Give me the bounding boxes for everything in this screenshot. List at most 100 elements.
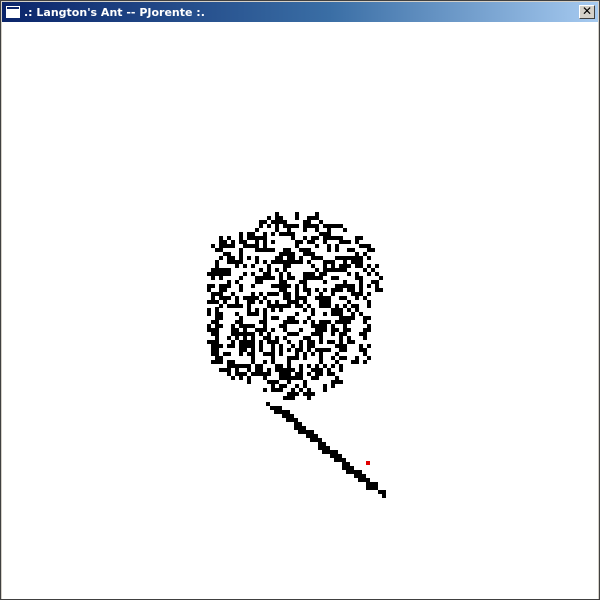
grid-cell bbox=[359, 348, 363, 352]
grid-cell bbox=[327, 368, 331, 372]
grid-cell bbox=[310, 430, 314, 434]
grid-cell bbox=[235, 364, 239, 368]
grid-cell bbox=[243, 372, 247, 376]
grid-cell bbox=[255, 260, 259, 264]
grid-cell bbox=[235, 304, 239, 308]
grid-cell bbox=[315, 328, 319, 332]
grid-cell bbox=[331, 372, 335, 376]
grid-cell bbox=[231, 360, 235, 364]
grid-cell bbox=[334, 450, 338, 454]
simulation-canvas bbox=[2, 22, 598, 599]
grid-cell bbox=[275, 212, 279, 216]
grid-cell bbox=[295, 260, 299, 264]
grid-cell bbox=[223, 368, 227, 372]
grid-cell bbox=[223, 288, 227, 292]
grid-cell bbox=[315, 244, 319, 248]
grid-cell bbox=[335, 256, 339, 260]
grid-cell bbox=[367, 304, 371, 308]
grid-cell bbox=[271, 232, 275, 236]
grid-cell bbox=[287, 296, 291, 300]
grid-cell bbox=[215, 300, 219, 304]
grid-cell bbox=[263, 376, 267, 380]
grid-cell bbox=[271, 344, 275, 348]
title-bar[interactable]: .: Langton's Ant -- PJorente :. ✕ bbox=[2, 2, 598, 22]
grid-cell bbox=[219, 292, 223, 296]
grid-cell bbox=[359, 256, 363, 260]
grid-cell bbox=[211, 344, 215, 348]
grid-cell bbox=[259, 236, 263, 240]
grid-cell bbox=[271, 388, 275, 392]
grid-cell bbox=[251, 360, 255, 364]
close-button[interactable]: ✕ bbox=[579, 5, 595, 19]
grid-cell bbox=[223, 300, 227, 304]
grid-cell bbox=[367, 256, 371, 260]
grid-cell bbox=[303, 392, 307, 396]
grid-cell bbox=[247, 244, 251, 248]
grid-cell bbox=[283, 248, 287, 252]
grid-cell bbox=[302, 430, 306, 434]
grid-cell bbox=[319, 256, 323, 260]
grid-cell bbox=[275, 336, 279, 340]
grid-cell bbox=[307, 364, 311, 368]
grid-cell bbox=[355, 276, 359, 280]
grid-cell bbox=[334, 454, 338, 458]
grid-cell bbox=[331, 332, 335, 336]
grid-cell bbox=[231, 364, 235, 368]
grid-cell bbox=[295, 284, 299, 288]
grid-cell bbox=[255, 256, 259, 260]
grid-cell bbox=[279, 232, 283, 236]
grid-cell bbox=[279, 272, 283, 276]
grid-cell bbox=[259, 268, 263, 272]
grid-cell bbox=[267, 336, 271, 340]
grid-cell bbox=[339, 380, 343, 384]
grid-cell bbox=[319, 276, 323, 280]
grid-cell bbox=[267, 380, 271, 384]
grid-cell bbox=[251, 324, 255, 328]
grid-cell bbox=[323, 264, 327, 268]
grid-cell bbox=[323, 300, 327, 304]
grid-cell bbox=[279, 348, 283, 352]
grid-cell bbox=[375, 264, 379, 268]
grid-cell bbox=[283, 320, 287, 324]
grid-cell bbox=[235, 264, 239, 268]
grid-cell bbox=[347, 308, 351, 312]
grid-cell bbox=[330, 450, 334, 454]
grid-cell bbox=[318, 446, 322, 450]
grid-cell bbox=[315, 332, 319, 336]
grid-cell bbox=[291, 300, 295, 304]
grid-cell bbox=[274, 406, 278, 410]
grid-cell bbox=[375, 272, 379, 276]
grid-cell bbox=[283, 376, 287, 380]
grid-cell bbox=[287, 224, 291, 228]
grid-cell bbox=[303, 356, 307, 360]
grid-cell bbox=[306, 430, 310, 434]
grid-cell bbox=[295, 288, 299, 292]
grid-cell bbox=[215, 323, 219, 327]
grid-cell bbox=[291, 356, 295, 360]
grid-cell bbox=[263, 324, 267, 328]
grid-cell bbox=[331, 276, 335, 280]
grid-cell bbox=[323, 280, 327, 284]
grid-cell bbox=[335, 312, 339, 316]
grid-cell bbox=[303, 320, 307, 324]
grid-cell bbox=[363, 296, 367, 300]
grid-cell bbox=[367, 344, 371, 348]
grid-cell bbox=[279, 288, 283, 292]
grid-cell bbox=[295, 212, 299, 216]
grid-cell bbox=[255, 296, 259, 300]
grid-cell bbox=[251, 344, 255, 348]
grid-cell bbox=[303, 248, 307, 252]
grid-cell bbox=[315, 348, 319, 352]
grid-cell bbox=[211, 360, 215, 364]
grid-cell bbox=[295, 376, 299, 380]
grid-cell bbox=[223, 296, 227, 300]
grid-cell bbox=[335, 236, 339, 240]
grid-cell bbox=[239, 240, 243, 244]
grid-cell bbox=[311, 252, 315, 256]
grid-cell bbox=[327, 236, 331, 240]
grid-cell bbox=[323, 288, 327, 292]
grid-cell bbox=[255, 244, 259, 248]
grid-cell bbox=[310, 434, 314, 438]
window-app-icon[interactable] bbox=[6, 6, 20, 18]
grid-cell bbox=[375, 288, 379, 292]
